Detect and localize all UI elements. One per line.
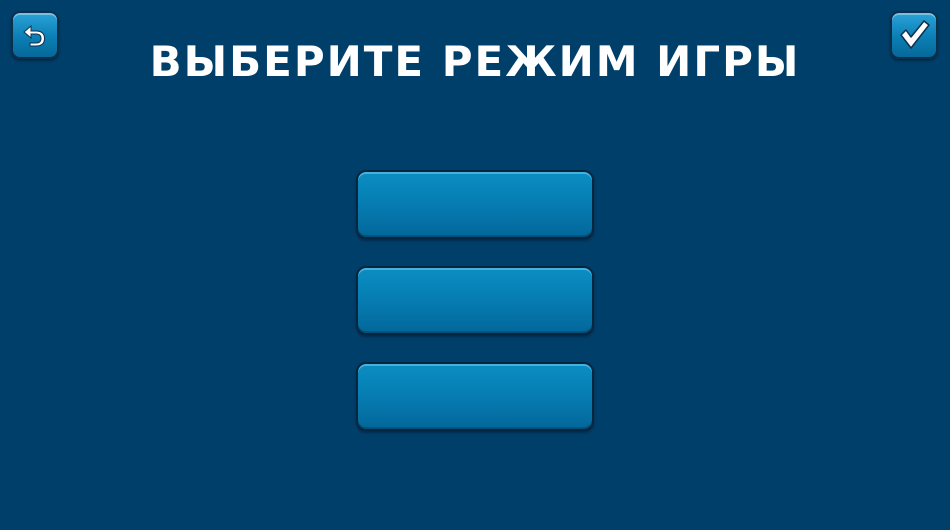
mode-button-3[interactable]	[356, 362, 594, 431]
page-title: ВЫБЕРИТЕ РЕЖИМ ИГРЫ	[149, 37, 801, 86]
mode-button-1[interactable]	[356, 170, 594, 239]
confirm-button[interactable]	[890, 11, 938, 59]
mode-button-2[interactable]	[356, 266, 594, 335]
checkmark-icon	[897, 18, 931, 52]
game-mode-screen: ВЫБЕРИТЕ РЕЖИМ ИГРЫ	[0, 0, 950, 530]
